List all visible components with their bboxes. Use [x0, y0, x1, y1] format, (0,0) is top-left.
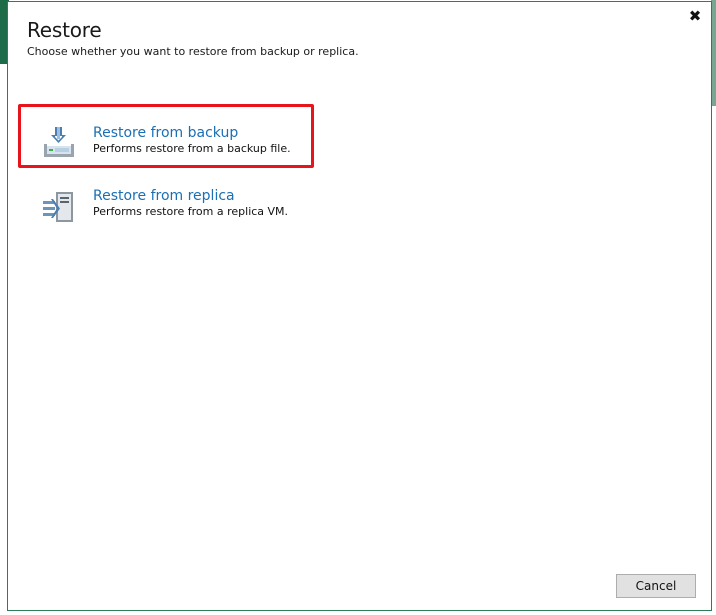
dialog-subtitle: Choose whether you want to restore from …	[27, 45, 359, 58]
option-title[interactable]: Restore from backup	[93, 125, 238, 141]
option-title[interactable]: Restore from replica	[93, 188, 235, 204]
cancel-button[interactable]: Cancel	[616, 574, 696, 598]
replica-server-icon	[40, 189, 78, 227]
option-description: Performs restore from a replica VM.	[93, 205, 289, 218]
restore-from-replica-option[interactable]: Restore from replica Performs restore fr…	[18, 172, 314, 236]
close-icon[interactable]: ✖	[687, 8, 703, 24]
restore-dialog: Restore Choose whether you want to resto…	[7, 1, 712, 611]
dialog-title: Restore	[27, 18, 102, 42]
option-description: Performs restore from a backup file.	[93, 142, 291, 155]
backup-download-icon	[40, 124, 78, 162]
restore-from-backup-option[interactable]: Restore from backup Performs restore fro…	[18, 104, 314, 168]
